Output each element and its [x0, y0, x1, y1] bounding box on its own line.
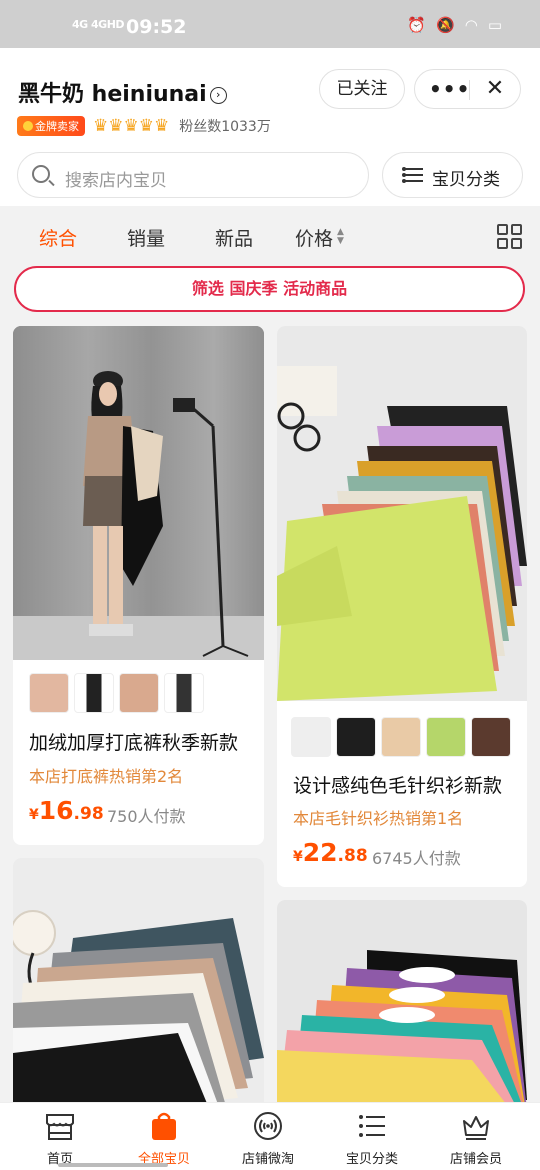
swatch[interactable] [471, 717, 511, 757]
nav-weitao-label: 店铺微淘 [241, 1152, 294, 1167]
category-button[interactable]: 宝贝分类 [382, 152, 523, 198]
divider [469, 80, 470, 100]
mute-icon: 🔕 [436, 16, 455, 34]
swatch[interactable] [291, 717, 331, 757]
shop-badges: 金牌卖家 ♛♛♛♛♛ 粉丝数1033万 [17, 116, 271, 136]
clock: 09:52 [126, 16, 187, 38]
crown-icon [463, 1116, 489, 1140]
sales-rank: 本店打底裤热销第2名 [29, 767, 184, 786]
swatch[interactable] [426, 717, 466, 757]
shop-name[interactable]: 黑牛奶 heiniunai › [18, 76, 227, 108]
product-card[interactable]: 加绒加厚打底裤秋季新款 本店打底裤热销第2名 ¥16.98 750人付款 [13, 326, 264, 845]
product-price: ¥22.88 [293, 838, 368, 867]
nav-category[interactable]: 宝贝分类 [318, 1103, 426, 1170]
signal-indicator: 4G 4GHD [72, 18, 125, 31]
alarm-icon: ⏰ [407, 16, 427, 34]
tab-price[interactable]: 价格 ▲ ▼ [295, 224, 344, 251]
sold-count: 6745人付款 [372, 849, 461, 868]
swatch[interactable] [74, 673, 114, 713]
shop-icon [46, 1114, 74, 1140]
product-image [13, 326, 264, 660]
wifi-icon: ◠ [464, 16, 478, 34]
nav-all-items[interactable]: 全部宝贝 [110, 1103, 218, 1170]
capsule-menu: ••• ✕ [414, 69, 521, 109]
bag-icon [152, 1112, 176, 1140]
price-integer: 22 [302, 838, 338, 867]
swatch[interactable] [336, 717, 376, 757]
more-icon[interactable]: ••• [429, 70, 469, 108]
product-title: 设计感纯色毛针织衫新款 [293, 775, 503, 797]
swatch[interactable] [119, 673, 159, 713]
price-integer: 16 [38, 796, 74, 825]
nav-member[interactable]: 店铺会员 [422, 1103, 530, 1170]
sort-arrows-icon: ▲ ▼ [337, 227, 344, 246]
product-image [277, 900, 527, 1118]
product-price: ¥16.98 [29, 796, 104, 825]
currency-symbol: ¥ [293, 849, 303, 865]
status-bar: 4G 4GHD 09:52 ⏰ 🔕 ◠ ▭ [0, 0, 540, 48]
filter-banner[interactable]: 筛选 国庆季 活动商品 [14, 266, 525, 312]
product-title: 加绒加厚打底裤秋季新款 [29, 732, 239, 754]
tab-sales[interactable]: 销量 [127, 224, 165, 251]
list-icon [359, 1115, 385, 1137]
gesture-bar [58, 1163, 168, 1167]
tab-new[interactable]: 新品 [215, 224, 253, 251]
fans-count: 粉丝数1033万 [179, 119, 271, 135]
shop-header: 黑牛奶 heiniunai › 金牌卖家 ♛♛♛♛♛ 粉丝数1033万 已关注 •… [0, 48, 540, 206]
nav-home[interactable]: 首页 [6, 1103, 114, 1170]
gold-seller-label: 金牌卖家 [35, 120, 79, 133]
medal-icon [23, 121, 33, 131]
shop-name-label: 黑牛奶 heiniunai [18, 82, 207, 107]
sales-rank: 本店毛针织衫热销第1名 [293, 809, 464, 828]
list-icon [402, 167, 423, 184]
bottom-nav: 首页 全部宝贝 店铺微淘 宝贝分类 店铺会员 [0, 1102, 540, 1170]
nav-category-label: 宝贝分类 [345, 1152, 398, 1167]
currency-symbol: ¥ [29, 807, 39, 823]
swatch[interactable] [164, 673, 204, 713]
status-icons: ⏰ 🔕 ◠ ▭ [407, 16, 502, 34]
tab-comprehensive[interactable]: 综合 [39, 224, 77, 251]
product-image [13, 858, 264, 1118]
price-decimal: .88 [337, 846, 368, 866]
broadcast-icon [254, 1112, 282, 1140]
price-decimal: .98 [73, 804, 104, 824]
sold-count: 750人付款 [107, 807, 186, 826]
crown-rating-icon: ♛♛♛♛♛ [93, 115, 170, 136]
product-card[interactable]: 设计感纯色毛针织衫新款 本店毛针织衫热销第1名 ¥22.88 6745人付款 [277, 326, 527, 887]
grid-view-icon[interactable] [497, 224, 523, 250]
chevron-right-icon: › [209, 87, 227, 104]
sort-tabs: 综合 销量 新品 价格 ▲ ▼ [0, 206, 540, 266]
battery-icon: ▭ [487, 16, 502, 34]
product-card[interactable] [13, 858, 264, 1118]
product-card[interactable] [277, 900, 527, 1118]
category-button-label: 宝贝分类 [432, 170, 500, 190]
nav-weitao[interactable]: 店铺微淘 [214, 1103, 322, 1170]
product-image [277, 326, 527, 701]
gold-seller-badge: 金牌卖家 [17, 116, 85, 136]
close-icon[interactable]: ✕ [477, 70, 513, 108]
search-placeholder: 搜索店内宝贝 [65, 171, 167, 191]
follow-button[interactable]: 已关注 [319, 69, 405, 109]
tab-price-label: 价格 [295, 228, 334, 250]
nav-member-label: 店铺会员 [449, 1152, 502, 1167]
swatch[interactable] [29, 673, 69, 713]
search-input[interactable]: 搜索店内宝贝 [17, 152, 369, 198]
color-swatches [29, 673, 204, 713]
swatch[interactable] [381, 717, 421, 757]
color-swatches [291, 717, 511, 757]
search-icon [32, 165, 50, 183]
